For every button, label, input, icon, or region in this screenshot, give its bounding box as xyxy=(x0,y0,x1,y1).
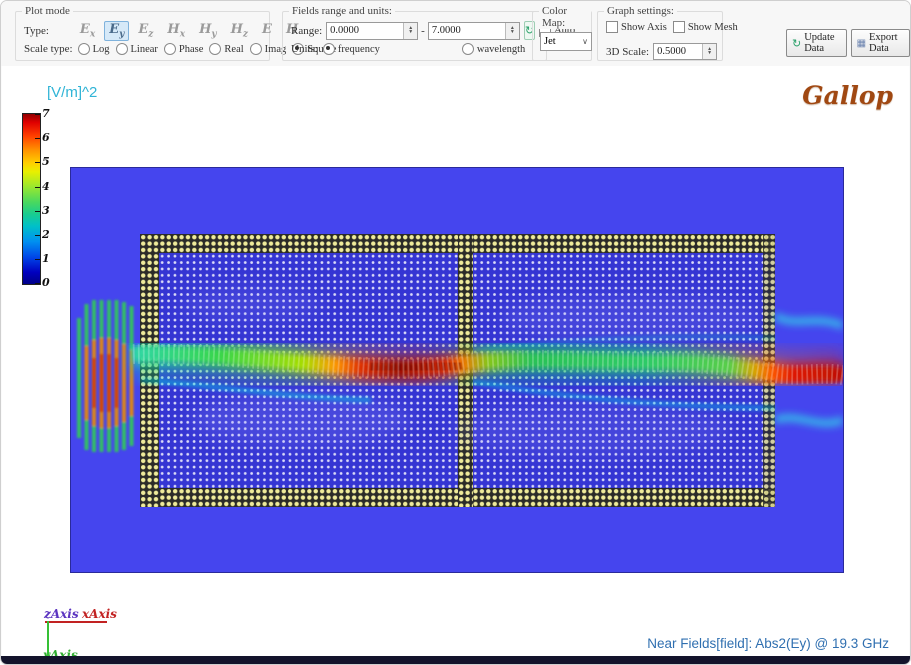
toolbar-actions: ↻ Update Data ▦ Export Data xyxy=(786,29,910,57)
scale-type-label: Scale type: xyxy=(24,43,73,55)
scale-option-real[interactable]: Real xyxy=(209,43,243,55)
type-button-e[interactable]: E xyxy=(257,21,277,41)
x-axis-label: xAxis xyxy=(82,607,117,621)
type-button-ex[interactable]: Ex xyxy=(75,21,100,41)
range-min-input[interactable]: 0.0000 ▲▼ xyxy=(326,22,418,40)
radio-frequency[interactable] xyxy=(323,43,335,55)
scale3d-spinner[interactable]: ▲▼ xyxy=(702,44,716,59)
chevron-down-icon: ∨ xyxy=(582,37,588,46)
range-max-input[interactable]: 7.0000 ▲▼ xyxy=(428,22,520,40)
scale-option-imag[interactable]: Imag xyxy=(250,43,287,55)
colorbar-tick: 3 xyxy=(42,204,62,217)
radio-real[interactable] xyxy=(209,43,221,55)
plot-mode-group: Plot mode Type: Ex Ey Ez Hx Hy Hz E H Sc… xyxy=(15,11,270,61)
range-label: Range: xyxy=(291,25,322,37)
export-data-button[interactable]: ▦ Export Data xyxy=(851,29,910,57)
app-logo: Gallop xyxy=(802,81,893,110)
fields-range-label: Fields range and units: xyxy=(289,5,395,17)
status-text: Near Fields[field]: Abs2(Ey) @ 19.3 GHz xyxy=(647,636,889,651)
type-label: Type: xyxy=(24,25,49,37)
colorbar-unit-label: [V/m]^2 xyxy=(47,84,97,101)
colorbar-tick: 0 xyxy=(42,276,62,289)
field-beam-graphic xyxy=(71,168,843,572)
scale-option-log[interactable]: Log xyxy=(78,43,110,55)
show-axis-checkbox[interactable] xyxy=(606,21,618,33)
x-axis-line xyxy=(45,621,107,623)
app-window: Plot mode Type: Ex Ey Ez Hx Hy Hz E H Sc… xyxy=(0,0,911,665)
export-icon: ▦ xyxy=(857,38,866,49)
type-button-ez[interactable]: Ez xyxy=(133,21,158,41)
range-separator: - xyxy=(421,25,425,37)
show-axis-option[interactable]: Show Axis xyxy=(606,21,667,33)
colorbar-tick: 7 xyxy=(42,107,62,120)
graph-settings-label: Graph settings: xyxy=(604,5,677,17)
type-button-hy[interactable]: Hy xyxy=(194,21,222,41)
scale-option-linear[interactable]: Linear xyxy=(116,43,158,55)
toolbar: Plot mode Type: Ex Ey Ez Hx Hy Hz E H Sc… xyxy=(1,1,910,66)
radio-log[interactable] xyxy=(78,43,90,55)
bottom-bar xyxy=(1,656,910,664)
radio-phase[interactable] xyxy=(164,43,176,55)
color-map-select[interactable]: Jet∨ xyxy=(540,32,592,51)
refresh-icon: ↻ xyxy=(792,37,801,50)
field-plot[interactable] xyxy=(70,167,844,573)
type-button-ey[interactable]: Ey xyxy=(104,21,129,41)
type-button-hx[interactable]: Hx xyxy=(162,21,190,41)
plot-canvas-area: [V/m]^2 7 6 5 4 3 2 1 0 Gallop xyxy=(2,66,909,656)
radio-wavelength[interactable] xyxy=(462,43,474,55)
colorbar-tick: 6 xyxy=(42,131,62,144)
colorbar-tick: 5 xyxy=(42,155,62,168)
colorbar-tick: 4 xyxy=(42,180,62,193)
scale3d-input[interactable]: 0.5000 ▲▼ xyxy=(653,43,717,60)
radio-imag[interactable] xyxy=(250,43,262,55)
type-button-hz[interactable]: Hz xyxy=(226,21,253,41)
update-data-button[interactable]: ↻ Update Data xyxy=(786,29,847,57)
fields-range-group: Fields range and units: Range: 0.0000 ▲▼… xyxy=(282,11,547,61)
color-map-group: Color Map: Jet∨ xyxy=(532,11,592,61)
range-max-spinner[interactable]: ▲▼ xyxy=(505,23,519,39)
graph-settings-group: Graph settings: Show Axis Show Mesh 3D S… xyxy=(597,11,723,61)
show-mesh-option[interactable]: Show Mesh xyxy=(673,21,738,33)
colorbar-tick: 1 xyxy=(42,252,62,265)
range-min-spinner[interactable]: ▲▼ xyxy=(403,23,417,39)
scale3d-label: 3D Scale: xyxy=(606,46,649,58)
z-axis-label: zAxis xyxy=(44,607,79,621)
colorbar-tick: 2 xyxy=(42,228,62,241)
units-option-frequency[interactable]: frequency xyxy=(323,43,380,55)
show-mesh-checkbox[interactable] xyxy=(673,21,685,33)
units-label: Units: xyxy=(291,43,318,55)
scale-option-phase[interactable]: Phase xyxy=(164,43,204,55)
plot-mode-label: Plot mode xyxy=(22,5,73,17)
radio-linear[interactable] xyxy=(116,43,128,55)
units-option-wavelength[interactable]: wavelength xyxy=(462,43,525,55)
color-map-label: Color Map: xyxy=(539,5,591,29)
